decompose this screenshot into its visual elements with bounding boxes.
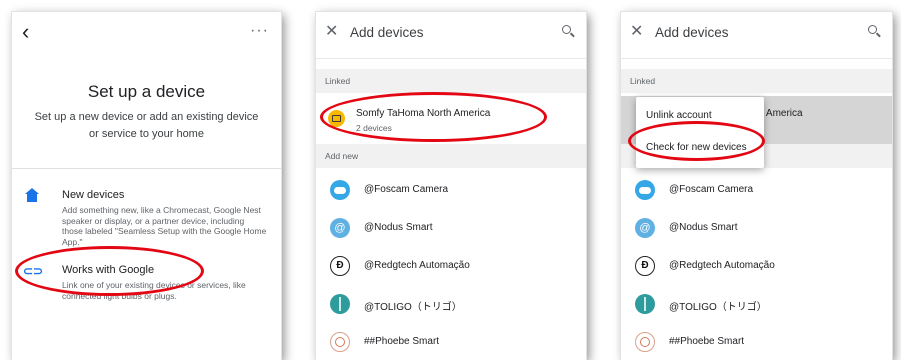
device-name: ##Phoebe Smart bbox=[364, 336, 440, 347]
list-item[interactable]: Ð @Redgtech Automação bbox=[621, 248, 892, 286]
device-name: @Nodus Smart bbox=[669, 222, 738, 233]
close-icon[interactable]: ✕ bbox=[325, 23, 338, 41]
nodus-at-icon: @ bbox=[635, 218, 655, 238]
device-name: @TOLIGO（トリゴ） bbox=[669, 302, 767, 313]
section-label: Linked bbox=[325, 76, 351, 86]
page-title: Set up a device bbox=[87, 82, 206, 101]
setup-device-screen: ‹ ··· Set up a device Set up a new devic… bbox=[12, 12, 281, 360]
redgtech-logo-icon: Ð bbox=[635, 256, 655, 276]
header-title: Add devices bbox=[350, 25, 424, 40]
foscam-cloud-icon bbox=[330, 180, 350, 200]
add-devices-screen: ✕ Add devices Linked Somfy TaHoma North … bbox=[316, 12, 586, 360]
list-item[interactable]: ##Phoebe Smart bbox=[621, 324, 892, 360]
device-name: @Redgtech Automação bbox=[669, 260, 775, 271]
device-name: @Redgtech Automação bbox=[364, 260, 470, 271]
list-item[interactable]: @TOLIGO（トリゴ） bbox=[621, 286, 892, 324]
highlight-ellipse bbox=[628, 121, 765, 161]
more-options-icon[interactable]: ··· bbox=[250, 22, 269, 40]
list-item[interactable]: @Foscam Camera bbox=[316, 172, 586, 210]
header-bar: ✕ Add devices bbox=[316, 12, 586, 59]
back-arrow-icon[interactable]: ‹ bbox=[22, 20, 29, 44]
close-icon[interactable]: ✕ bbox=[630, 23, 643, 41]
section-label: Add new bbox=[325, 151, 359, 161]
page-subtitle: Set up a new device or add an existing d… bbox=[34, 111, 259, 140]
section-header-add-new: Add new bbox=[316, 144, 586, 168]
phoebe-logo-icon bbox=[330, 332, 350, 352]
list-item[interactable]: Ð @Redgtech Automação bbox=[316, 248, 586, 286]
device-name: @TOLIGO（トリゴ） bbox=[364, 302, 462, 313]
device-name: @Nodus Smart bbox=[364, 222, 433, 233]
device-name: ##Phoebe Smart bbox=[669, 336, 745, 347]
list-item[interactable]: @ @Nodus Smart bbox=[621, 210, 892, 248]
redgtech-logo-icon: Ð bbox=[330, 256, 350, 276]
option-description: Add something new, like a Chromecast, Go… bbox=[62, 205, 267, 247]
unlink-account-menu-item[interactable]: Unlink account bbox=[646, 110, 712, 121]
section-label: Linked bbox=[630, 76, 656, 86]
device-name: @Foscam Camera bbox=[364, 184, 449, 195]
header-title: Add devices bbox=[655, 25, 729, 40]
option-title: New devices bbox=[62, 189, 125, 201]
home-icon bbox=[25, 188, 39, 205]
list-item[interactable]: @TOLIGO（トリゴ） bbox=[316, 286, 586, 324]
toligo-logo-icon bbox=[330, 294, 350, 314]
add-devices-menu-screen: ✕ Add devices Linked rth America @Foscam… bbox=[621, 12, 892, 360]
foscam-cloud-icon bbox=[635, 180, 655, 200]
section-header-linked: Linked bbox=[316, 69, 586, 93]
list-item[interactable]: @Foscam Camera bbox=[621, 172, 892, 210]
section-header-linked: Linked bbox=[621, 69, 892, 93]
phoebe-logo-icon bbox=[635, 332, 655, 352]
toligo-logo-icon bbox=[635, 294, 655, 314]
new-devices-option[interactable]: New devices Add something new, like a Ch… bbox=[12, 188, 281, 247]
device-name: @Foscam Camera bbox=[669, 184, 754, 195]
header-bar: ✕ Add devices bbox=[621, 12, 892, 59]
search-icon[interactable] bbox=[868, 25, 881, 38]
highlight-ellipse bbox=[15, 246, 204, 296]
top-bar: ‹ ··· bbox=[12, 12, 281, 56]
list-item[interactable]: @ @Nodus Smart bbox=[316, 210, 586, 248]
divider bbox=[12, 168, 281, 169]
highlight-ellipse bbox=[320, 92, 547, 142]
nodus-at-icon: @ bbox=[330, 218, 350, 238]
search-icon[interactable] bbox=[562, 25, 575, 38]
list-item[interactable]: ##Phoebe Smart bbox=[316, 324, 586, 360]
